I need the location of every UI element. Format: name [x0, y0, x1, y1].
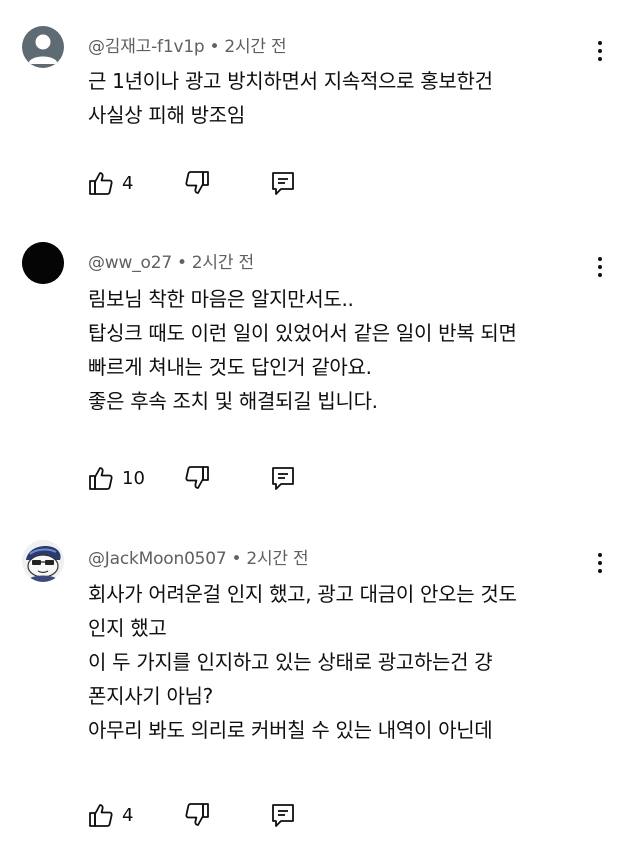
author-name[interactable]: @ww_o27	[88, 253, 172, 273]
like-button[interactable]: 10	[88, 465, 162, 491]
thumbs-up-icon	[89, 804, 113, 827]
comment-actions: 4	[88, 168, 296, 198]
black-circle-avatar-icon	[22, 242, 64, 284]
reply-icon	[272, 467, 294, 490]
reply-button[interactable]	[270, 465, 296, 491]
avatar[interactable]	[22, 540, 64, 582]
thumbs-down-icon	[185, 803, 209, 826]
comment-line: 이 두 가지를 인지하고 있는 상태로 광고하는건 걍	[88, 650, 493, 674]
comment-line: 좋은 후속 조치 및 해결되길 빕니다.	[88, 389, 378, 413]
like-count: 10	[122, 467, 145, 489]
like-count: 4	[122, 804, 134, 826]
more-vert-icon[interactable]	[590, 254, 610, 282]
comment-text: 림보님 착한 마음은 알지만서도.. 탑싱크 때도 이런 일이 있었어서 같은 …	[88, 282, 590, 418]
comment-time[interactable]: 2시간 전	[246, 549, 308, 569]
thumbs-up-icon	[89, 172, 113, 195]
meta-separator: •	[231, 549, 242, 569]
default-person-icon	[28, 34, 58, 64]
comment-line: 림보님 착한 마음은 알지만서도..	[88, 287, 354, 311]
avatar[interactable]	[22, 242, 64, 284]
comment-meta: @JackMoon0507 • 2시간 전	[88, 544, 309, 569]
like-button[interactable]: 4	[88, 170, 162, 196]
dislike-button[interactable]	[184, 802, 210, 828]
comment-meta: @ww_o27 • 2시간 전	[88, 248, 254, 273]
cartoon-character-icon	[22, 540, 64, 582]
reply-icon	[272, 172, 294, 195]
comment-time[interactable]: 2시간 전	[224, 37, 286, 57]
meta-separator: •	[176, 253, 187, 273]
comment-line: 빠르게 쳐내는 것도 답인거 같아요.	[88, 355, 372, 379]
comment-line: 회사가 어려운걸 인지 했고, 광고 대금이 안오는 것도	[88, 582, 517, 606]
meta-separator: •	[209, 37, 220, 57]
comment-text: 회사가 어려운걸 인지 했고, 광고 대금이 안오는 것도 인지 했고 이 두 …	[88, 577, 590, 747]
avatar[interactable]	[22, 26, 64, 68]
dislike-button[interactable]	[184, 465, 210, 491]
comment-line: 사실상 피해 방조임	[88, 103, 245, 127]
comment-time[interactable]: 2시간 전	[192, 253, 254, 273]
like-button[interactable]: 4	[88, 802, 162, 828]
reply-icon	[272, 804, 294, 827]
comment-line: 폰지사기 아님?	[88, 684, 213, 708]
comment-line: 탑싱크 때도 이런 일이 있었어서 같은 일이 반복 되면	[88, 321, 517, 345]
reply-button[interactable]	[270, 802, 296, 828]
thumbs-down-icon	[185, 466, 209, 489]
comment-line: 아무리 봐도 의리로 커버칠 수 있는 내역이 아닌데	[88, 718, 493, 742]
comment-text: 근 1년이나 광고 방치하면서 지속적으로 홍보한건 사실상 피해 방조임	[88, 64, 590, 132]
author-name[interactable]: @JackMoon0507	[88, 549, 227, 569]
comment-actions: 4	[88, 800, 296, 830]
more-vert-icon[interactable]	[590, 550, 610, 578]
reply-button[interactable]	[270, 170, 296, 196]
thumbs-up-icon	[89, 467, 113, 490]
like-count: 4	[122, 172, 134, 194]
dislike-button[interactable]	[184, 170, 210, 196]
author-name[interactable]: @김재고-f1v1p	[88, 37, 205, 57]
thumbs-down-icon	[185, 171, 209, 194]
comment-line: 근 1년이나 광고 방치하면서 지속적으로 홍보한건	[88, 69, 493, 93]
comment-meta: @김재고-f1v1p • 2시간 전	[88, 32, 287, 57]
comment-actions: 10	[88, 463, 296, 493]
more-vert-icon[interactable]	[590, 38, 610, 66]
comment-line: 인지 했고	[88, 616, 167, 640]
